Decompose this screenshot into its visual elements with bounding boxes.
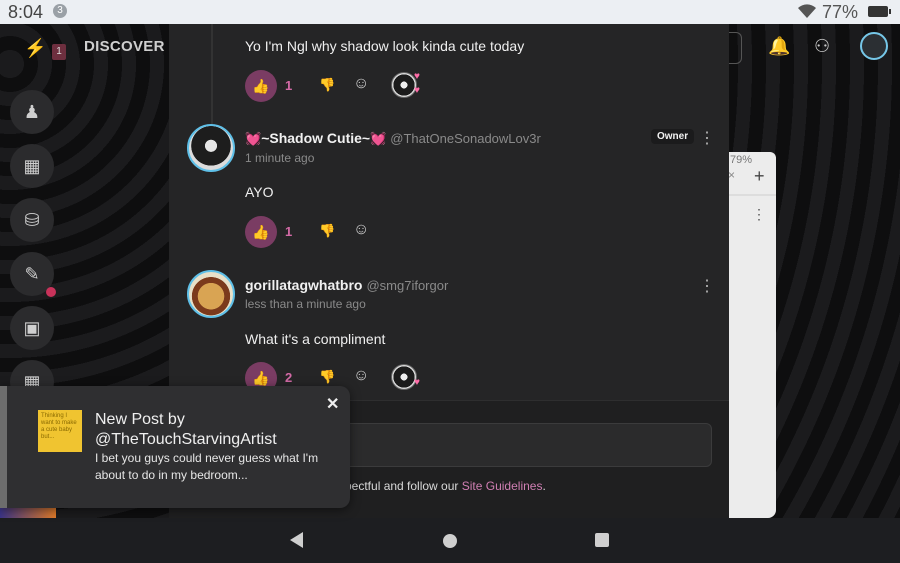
thumbs-up-icon: 👍 xyxy=(252,223,270,240)
status-bar: 8:04 3 77% xyxy=(0,0,900,24)
like-count: 1 xyxy=(285,78,293,93)
toast-body: I bet you guys could never guess what I'… xyxy=(95,451,319,482)
back-icon[interactable] xyxy=(290,532,303,548)
toast-title: New Post by @TheTouchStarvingArtist xyxy=(95,411,277,448)
comment-timestamp: 1 minute ago xyxy=(245,151,315,165)
commenter-display-name: ~Shadow Cutie~ xyxy=(261,130,371,146)
status-time: 8:04 xyxy=(8,2,44,22)
notification-dot xyxy=(46,287,56,297)
wifi-icon xyxy=(797,3,817,24)
dislike-button[interactable]: 👎 xyxy=(319,223,335,239)
commenter-avatar[interactable] xyxy=(187,124,235,172)
dislike-button[interactable]: 👎 xyxy=(319,77,335,93)
heart-icon: ♥ xyxy=(414,85,420,96)
home-icon[interactable] xyxy=(443,534,457,548)
thumbs-up-icon: 👍 xyxy=(252,369,270,386)
owner-badge: Owner xyxy=(651,129,695,144)
close-icon[interactable]: × xyxy=(728,168,735,182)
plus-icon[interactable]: + xyxy=(754,166,765,187)
comment-input[interactable] xyxy=(339,423,712,467)
commenter-avatar[interactable] xyxy=(187,270,235,318)
notification-badge: 3 xyxy=(53,4,67,18)
chat-icon: ▣ xyxy=(23,317,41,338)
forum-icon: ♟ xyxy=(23,101,41,122)
battery-icon xyxy=(868,6,891,17)
commenter-name[interactable]: 💓~Shadow Cutie~💓 @ThatOneSonadowLov3r xyxy=(245,130,541,147)
comment-text: Yo I'm Ngl why shadow look kinda cute to… xyxy=(245,38,525,54)
add-reaction-icon[interactable]: ☺ xyxy=(353,75,369,93)
battery-percent: 77% xyxy=(822,2,859,22)
thumbs-up-icon: 👍 xyxy=(252,77,270,94)
comment-menu-icon[interactable]: ⋮ xyxy=(699,128,715,148)
sidebar-item-bag[interactable]: ⛁ xyxy=(10,198,54,242)
add-reaction-icon[interactable]: ☺ xyxy=(353,221,369,239)
sidebar-item-shop[interactable]: ▦ xyxy=(10,144,54,188)
commenter-handle[interactable]: @ThatOneSonadowLov3r xyxy=(390,131,541,146)
bag-icon: ⛁ xyxy=(24,209,40,230)
reaction-avatar[interactable]: ♥ xyxy=(391,364,420,390)
sidebar-item-chat[interactable]: ▣ xyxy=(10,306,54,350)
comment-actions: 👍 1 👎 ☺ ♥ ♥ xyxy=(245,70,545,102)
heart-icon: 💓 xyxy=(245,131,262,146)
nav-badge: 1 xyxy=(52,44,66,60)
new-post-toast[interactable]: Thinking I want to make a cute baby but.… xyxy=(0,386,350,508)
site-logo-icon[interactable]: ⚡ xyxy=(24,38,46,58)
add-reaction-icon[interactable]: ☺ xyxy=(353,367,369,385)
store-icon: ▦ xyxy=(23,155,41,176)
toast-accent-bar xyxy=(0,386,7,508)
comment-text: What it's a compliment xyxy=(245,331,386,347)
like-button[interactable]: 👍 xyxy=(245,216,277,248)
dislike-button[interactable]: 👎 xyxy=(319,369,335,385)
like-count: 2 xyxy=(285,370,293,385)
brush-icon: ✎ xyxy=(24,263,40,284)
recent-apps-icon[interactable] xyxy=(595,533,609,547)
site-guidelines-link[interactable]: Site Guidelines xyxy=(462,479,543,493)
close-icon[interactable]: ✕ xyxy=(326,394,339,414)
commenter-name[interactable]: gorillatagwhatbro @smg7iforgor xyxy=(245,277,448,293)
reaction-avatar[interactable]: ♥ ♥ xyxy=(391,71,420,98)
guidelines-suffix: . xyxy=(542,479,546,493)
like-button[interactable]: 👍 xyxy=(245,70,277,102)
heart-icon: ♥ xyxy=(414,71,420,82)
people-icon[interactable]: ⚇ xyxy=(814,36,830,57)
commenter-handle[interactable]: @smg7iforgor xyxy=(366,278,448,293)
like-count: 1 xyxy=(285,224,293,239)
discover-link[interactable]: DISCOVER xyxy=(84,38,165,55)
comment-text: AYO xyxy=(245,184,274,200)
guidelines-text: spectful and follow our xyxy=(339,479,462,493)
background-window-percent: 79% xyxy=(730,154,753,166)
system-navigation-bar xyxy=(0,518,900,563)
user-avatar[interactable] xyxy=(860,32,888,60)
comment-timestamp: less than a minute ago xyxy=(245,297,366,311)
heart-icon: 💓 xyxy=(370,131,387,146)
more-icon[interactable]: ⋮ xyxy=(752,206,766,223)
comment-menu-icon[interactable]: ⋮ xyxy=(699,276,715,296)
sidebar-item-forum[interactable]: ♟ xyxy=(10,90,54,134)
comment-actions: 👍 1 👎 ☺ xyxy=(245,216,545,248)
post-thumbnail[interactable]: Thinking I want to make a cute baby but.… xyxy=(38,410,82,452)
background-image-strip xyxy=(0,508,56,518)
commenter-display-name: gorillatagwhatbro xyxy=(245,277,363,293)
bell-icon[interactable]: 🔔 xyxy=(768,36,790,57)
heart-icon: ♥ xyxy=(414,377,420,388)
guidelines-note: spectful and follow our Site Guidelines. xyxy=(339,479,546,493)
